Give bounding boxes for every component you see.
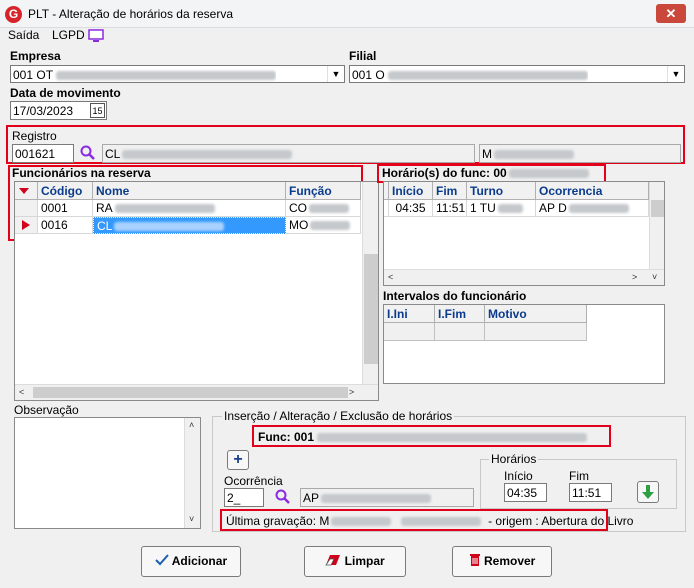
ultima-gravacao-text: Última gravação: M - origem : Abertura d… xyxy=(226,514,634,528)
ocorrencia-label: Ocorrência xyxy=(224,474,283,488)
registro-role-field: M xyxy=(479,144,681,163)
window-title: PLT - Alteração de horários da reserva xyxy=(28,7,233,21)
calendar-icon[interactable]: 15 xyxy=(90,103,105,118)
data-movimento-input[interactable]: 17/03/2023 15 xyxy=(10,101,107,120)
horarios-subgroup-title: Horários xyxy=(489,452,539,466)
empresa-value: 001 OT xyxy=(13,68,277,82)
inicio-input[interactable]: 04:35 xyxy=(504,483,547,502)
registro-code-input[interactable]: 001621 xyxy=(12,144,74,163)
checkmark-icon xyxy=(155,554,169,566)
col-funcao[interactable]: Função xyxy=(286,182,361,200)
ocorrencia-code-input[interactable]: 2_ xyxy=(224,488,264,507)
filial-label: Filial xyxy=(349,49,377,63)
menu-lgpd[interactable]: LGPD xyxy=(52,28,85,42)
chevron-right-icon[interactable]: > xyxy=(349,387,354,397)
funcionarios-title: Funcionários na reserva xyxy=(12,166,151,180)
eraser-icon xyxy=(325,555,341,566)
scroll-thumb[interactable] xyxy=(651,200,664,217)
title-bar: G PLT - Alteração de horários da reserva… xyxy=(0,0,694,28)
scroll-thumb[interactable] xyxy=(364,254,378,364)
arrow-down-button[interactable] xyxy=(637,481,659,503)
col-nome[interactable]: Nome xyxy=(93,182,286,200)
limpar-button[interactable]: Limpar xyxy=(304,546,406,577)
funcionarios-grid[interactable]: Código Nome Função 0001 RA CO 0016 CL MO… xyxy=(14,181,379,401)
registro-name-field: CL xyxy=(102,144,475,163)
chevron-down-icon[interactable]: ˅ xyxy=(652,272,657,282)
close-button[interactable]: ✕ xyxy=(656,4,686,23)
chevron-down-icon[interactable]: ▼ xyxy=(667,66,684,82)
observacao-vscroll[interactable]: ˄ ˅ xyxy=(184,418,200,528)
funcionarios-hscroll[interactable]: < > xyxy=(15,384,378,400)
remover-button[interactable]: Remover xyxy=(452,546,552,577)
registro-label: Registro xyxy=(12,129,57,143)
chevron-down-icon[interactable]: ˅ xyxy=(189,514,194,524)
intervalos-title: Intervalos do funcionário xyxy=(383,289,527,303)
col-inicio[interactable]: Início xyxy=(389,182,433,200)
empresa-label: Empresa xyxy=(10,49,61,63)
app-logo-icon: G xyxy=(5,6,22,23)
fim-label: Fim xyxy=(569,469,589,483)
observacao-textarea[interactable]: ˄ ˅ xyxy=(14,417,201,529)
add-icon[interactable]: + xyxy=(227,450,249,470)
fim-input[interactable]: 11:51 xyxy=(569,483,612,502)
filial-select[interactable]: 001 O ▼ xyxy=(349,65,685,83)
menu-saida[interactable]: Saída xyxy=(8,28,39,42)
monitor-icon[interactable] xyxy=(88,29,104,46)
scroll-thumb[interactable] xyxy=(33,387,348,398)
col-fim[interactable]: Fim xyxy=(433,182,467,200)
filial-value: 001 O xyxy=(352,68,589,82)
chevron-up-icon[interactable]: ˄ xyxy=(189,420,194,430)
col-i-fim[interactable]: I.Fim xyxy=(435,305,485,323)
col-motivo[interactable]: Motivo xyxy=(485,305,587,323)
horarios-title: Horário(s) do func: 00 xyxy=(382,166,589,180)
trash-icon xyxy=(469,554,480,566)
search-icon[interactable] xyxy=(80,145,96,164)
horarios-vscroll[interactable] xyxy=(649,182,664,269)
observacao-label: Observação xyxy=(14,403,79,417)
chevron-right-icon[interactable]: > xyxy=(632,272,637,282)
col-codigo[interactable]: Código xyxy=(38,182,93,200)
funcionarios-vscroll[interactable] xyxy=(362,182,378,384)
ocorrencia-desc-field: AP xyxy=(300,488,474,507)
horarios-hscroll[interactable]: < > ˅ xyxy=(384,269,664,285)
col-turno[interactable]: Turno xyxy=(467,182,536,200)
sort-indicator-icon[interactable] xyxy=(15,182,38,200)
col-i-ini[interactable]: I.Ini xyxy=(384,305,435,323)
horarios-grid[interactable]: Início Fim Turno Ocorrencia 04:35 11:51 … xyxy=(383,181,665,286)
chevron-down-icon[interactable]: ▼ xyxy=(327,66,344,82)
inicio-label: Início xyxy=(504,469,533,483)
row-pointer-icon xyxy=(15,217,38,234)
chevron-left-icon[interactable]: < xyxy=(388,272,393,282)
func-label: Func: 001 xyxy=(258,430,588,444)
data-movimento-label: Data de movimento xyxy=(10,86,121,100)
adicionar-button[interactable]: Adicionar xyxy=(141,546,241,577)
search-icon[interactable] xyxy=(275,489,291,508)
col-ocorrencia[interactable]: Ocorrencia xyxy=(536,182,649,200)
green-arrow-down-icon xyxy=(642,485,654,499)
insercao-group-title: Inserção / Alteração / Exclusão de horár… xyxy=(222,409,455,423)
intervalos-grid[interactable]: I.Ini I.Fim Motivo xyxy=(383,304,665,384)
empresa-select[interactable]: 001 OT ▼ xyxy=(10,65,345,83)
chevron-left-icon[interactable]: < xyxy=(19,387,24,397)
